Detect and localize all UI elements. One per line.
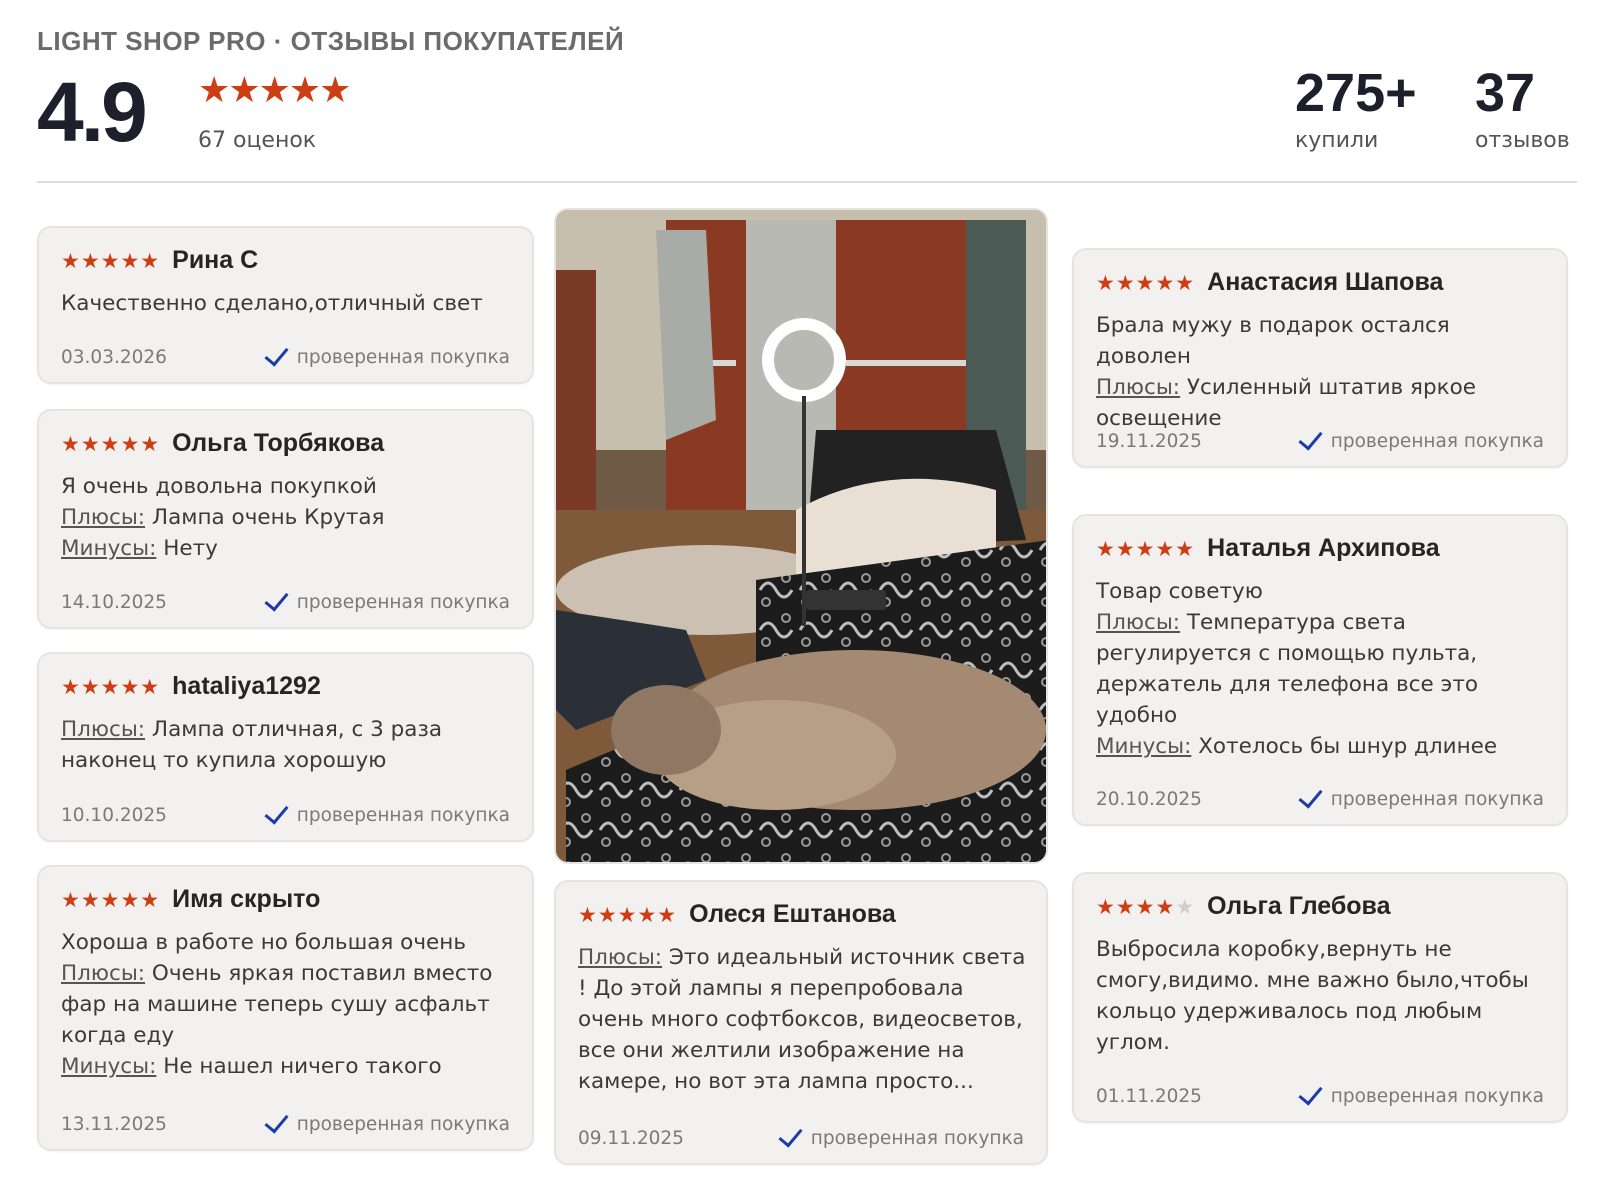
- review-body: Плюсы: Лампа отличная, с 3 раза наконец …: [61, 714, 514, 776]
- review-author: Ольга Торбякова: [172, 429, 385, 457]
- review-date: 10.10.2025: [61, 805, 167, 826]
- verified-badge: проверенная покупка: [264, 585, 510, 613]
- reviews-count: 37: [1475, 63, 1536, 123]
- review-pros: Лампа очень Крутая: [151, 505, 385, 530]
- review-date: 01.11.2025: [1096, 1086, 1202, 1107]
- cons-label: Минусы:: [61, 536, 157, 561]
- review-author: Наталья Архипова: [1207, 534, 1440, 562]
- verified-badge: проверенная покупка: [1298, 782, 1544, 810]
- review-author: Имя скрыто: [172, 885, 321, 913]
- verified-badge: проверенная покупка: [1298, 1079, 1544, 1107]
- review-text: Брала мужу в подарок остался доволен: [1096, 313, 1450, 369]
- reviews-label: отзывов: [1475, 128, 1570, 153]
- verified-label: проверенная покупка: [296, 592, 510, 613]
- bought-stat: 275+ купили: [1295, 62, 1417, 153]
- bought-count: 275+: [1295, 63, 1417, 123]
- review-stars: ★★★★★: [1096, 270, 1196, 295]
- verified-badge: проверенная покупка: [264, 1107, 510, 1135]
- verified-label: проверенная покупка: [1330, 789, 1544, 810]
- checkmark-icon: [264, 340, 289, 367]
- review-card[interactable]: ★★★★★ Ольга Торбякова Я очень довольна по…: [37, 409, 534, 629]
- checkmark-icon: [1298, 782, 1323, 809]
- review-stars: ★★★★★: [61, 674, 161, 699]
- review-card[interactable]: ★★★★★ Анастасия Шапова Брала мужу в подар…: [1072, 248, 1568, 468]
- review-photo[interactable]: [554, 208, 1048, 864]
- review-body: Плюсы: Это идеальный источник света ! До…: [578, 942, 1028, 1097]
- verified-label: проверенная покупка: [1330, 1086, 1544, 1107]
- review-text: Качественно сделано,отличный свет: [61, 291, 483, 316]
- review-stars: ★★★★★: [1096, 894, 1196, 919]
- header-divider: [37, 181, 1577, 183]
- review-author: Олеся Ештанова: [689, 900, 896, 928]
- review-author: Рина С: [172, 246, 259, 274]
- review-body: Брала мужу в подарок остался доволен Плю…: [1096, 310, 1548, 434]
- review-card[interactable]: ★★★★★ hataliya1292 Плюсы: Лампа отличная,…: [37, 652, 534, 842]
- review-cons: Не нашел ничего такого: [163, 1054, 442, 1079]
- checkmark-icon: [778, 1121, 803, 1148]
- review-body: Я очень довольна покупкой Плюсы: Лампа о…: [61, 471, 514, 564]
- checkmark-icon: [264, 798, 289, 825]
- room-photo-image: [556, 210, 1046, 862]
- review-card[interactable]: ★★★★★ Наталья Архипова Товар советую Плюс…: [1072, 514, 1568, 826]
- shop-title: LIGHT SHOP PRO · ОТЗЫВЫ ПОКУПАТЕЛЕЙ: [37, 26, 625, 56]
- review-stars: ★★★★★: [1096, 536, 1196, 561]
- review-stars: ★★★★★: [61, 887, 161, 912]
- verified-label: проверенная покупка: [296, 1114, 510, 1135]
- review-card[interactable]: ★★★★★ Рина С Качественно сделано,отличный…: [37, 226, 534, 384]
- review-cons: Нету: [163, 536, 218, 561]
- review-date: 03.03.2026: [61, 347, 167, 368]
- verified-badge: проверенная покупка: [778, 1121, 1024, 1149]
- checkmark-icon: [1298, 1079, 1323, 1106]
- review-author: Анастасия Шапова: [1207, 268, 1444, 296]
- review-text: Выбросила коробку,вернуть не смогу,видим…: [1096, 937, 1529, 1055]
- review-card[interactable]: ★★★★★ Ольга Глебова Выбросила коробку,вер…: [1072, 872, 1568, 1123]
- review-body: Хороша в работе но большая очень Плюсы: …: [61, 927, 514, 1082]
- review-author: hataliya1292: [172, 672, 321, 700]
- pros-label: Плюсы:: [61, 717, 146, 742]
- review-stars: ★★★★★: [61, 431, 161, 456]
- pros-label: Плюсы:: [1096, 375, 1181, 400]
- average-rating: 4.9: [37, 65, 148, 159]
- review-card[interactable]: ★★★★★ Имя скрыто Хороша в работе но больш…: [37, 865, 534, 1151]
- review-date: 13.11.2025: [61, 1114, 167, 1135]
- reviews-stat: 37 отзывов: [1475, 62, 1570, 153]
- review-text: Хороша в работе но большая очень: [61, 930, 466, 955]
- review-text: Товар советую: [1096, 579, 1263, 604]
- review-stars: ★★★★★: [61, 248, 161, 273]
- rating-stars: ★★★★★: [198, 70, 351, 111]
- verified-badge: проверенная покупка: [264, 340, 510, 368]
- review-card[interactable]: ★★★★★ Олеся Ештанова Плюсы: Это идеальный…: [554, 880, 1048, 1165]
- review-date: 20.10.2025: [1096, 789, 1202, 810]
- review-body: Товар советую Плюсы: Температура света р…: [1096, 576, 1548, 762]
- pros-label: Плюсы:: [61, 505, 146, 530]
- verified-label: проверенная покупка: [296, 347, 510, 368]
- bought-label: купили: [1295, 128, 1379, 153]
- checkmark-icon: [264, 585, 289, 612]
- rating-count: 67 оценок: [198, 128, 317, 153]
- review-body: Качественно сделано,отличный свет: [61, 288, 514, 319]
- review-stars: ★★★★★: [578, 902, 678, 927]
- verified-badge: проверенная покупка: [1298, 424, 1544, 452]
- rating-summary: LIGHT SHOP PRO · ОТЗЫВЫ ПОКУПАТЕЛЕЙ 4.9 …: [37, 24, 1577, 182]
- cons-label: Минусы:: [61, 1054, 157, 1079]
- pros-label: Плюсы:: [61, 961, 146, 986]
- review-date: 14.10.2025: [61, 592, 167, 613]
- review-body: Выбросила коробку,вернуть не смогу,видим…: [1096, 934, 1548, 1058]
- verified-label: проверенная покупка: [296, 805, 510, 826]
- review-author: Ольга Глебова: [1207, 892, 1391, 920]
- review-text: Я очень довольна покупкой: [61, 474, 377, 499]
- pros-label: Плюсы:: [1096, 610, 1181, 635]
- verified-badge: проверенная покупка: [264, 798, 510, 826]
- review-date: 19.11.2025: [1096, 431, 1202, 452]
- cons-label: Минусы:: [1096, 734, 1192, 759]
- verified-label: проверенная покупка: [1330, 431, 1544, 452]
- review-cons: Хотелось бы шнур длинее: [1198, 734, 1498, 759]
- pros-label: Плюсы:: [578, 945, 663, 970]
- checkmark-icon: [264, 1107, 289, 1134]
- verified-label: проверенная покупка: [810, 1128, 1024, 1149]
- review-date: 09.11.2025: [578, 1128, 684, 1149]
